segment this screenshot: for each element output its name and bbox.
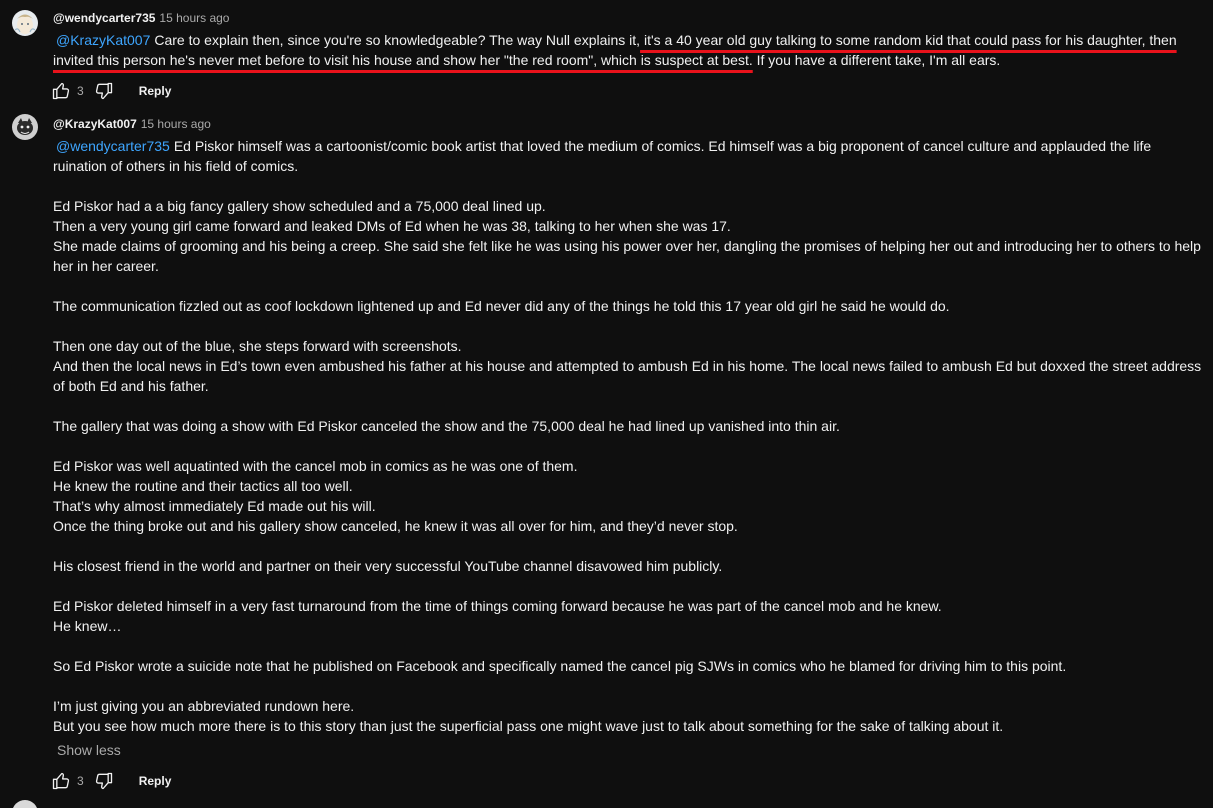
comment-line — [53, 276, 1203, 296]
thumbs-down-icon[interactable] — [93, 80, 115, 102]
comment-header: @KrazyKat007 15 hours ago — [53, 116, 211, 132]
avatar[interactable] — [12, 800, 38, 808]
comment-line: Then a very young girl came forward and … — [53, 218, 731, 234]
comment-line: Once the thing broke out and his gallery… — [53, 518, 738, 534]
comment-line: He knew the routine and their tactics al… — [53, 478, 353, 494]
mention-link[interactable]: @wendycarter735 — [56, 138, 170, 154]
comment-line: The gallery that was doing a show with E… — [53, 418, 840, 434]
comment-line — [53, 676, 1203, 696]
comment-line: His closest friend in the world and part… — [53, 558, 723, 574]
comment-line: Ed Piskor had a a big fancy gallery show… — [53, 198, 546, 214]
comment-line: That’s why almost immediately Ed made ou… — [53, 498, 376, 514]
comment-line — [53, 576, 1203, 596]
reply-button[interactable]: Reply — [139, 774, 172, 788]
comment-line: I’m just giving you an abbreviated rundo… — [53, 698, 355, 714]
author-name[interactable]: @wendycarter735 — [53, 11, 155, 25]
comment-text: @wendycarter735 Ed Piskor himself was a c… — [53, 136, 1203, 736]
avatar-image — [12, 10, 38, 36]
avatar-image — [12, 114, 38, 140]
comment-line: Then one day out of the blue, she steps … — [53, 338, 462, 354]
comment-text-start: Care to explain then, since you're so kn… — [154, 32, 641, 48]
comment-text: @KrazyKat007 Care to explain then, since … — [53, 30, 1203, 70]
comment-line: He knew… — [53, 618, 122, 634]
comment-line: So Ed Piskor wrote a suicide note that h… — [53, 658, 1067, 674]
avatar[interactable] — [12, 10, 38, 36]
comment-line — [53, 176, 1203, 196]
like-count: 3 — [77, 774, 84, 788]
comment-line: And then the local news in Ed’s town eve… — [53, 358, 1202, 394]
comment-line: But you see how much more there is to th… — [53, 718, 1004, 734]
comment-line — [53, 316, 1203, 336]
comment-time[interactable]: 15 hours ago — [141, 117, 211, 131]
comment-line: Ed Piskor was well aquatinted with the c… — [53, 458, 578, 474]
thumbs-up-icon[interactable] — [50, 770, 72, 792]
comment-text-end: If you have a different take, I'm all ea… — [752, 52, 1001, 68]
comment-line — [53, 436, 1203, 456]
thumbs-down-icon[interactable] — [93, 770, 115, 792]
comment-line — [53, 536, 1203, 556]
comment-actions: 3 Reply — [50, 769, 171, 793]
reply-button[interactable]: Reply — [139, 84, 172, 98]
show-less-button[interactable]: Show less — [57, 740, 121, 760]
mention-link[interactable]: @KrazyKat007 — [56, 32, 150, 48]
comment-time[interactable]: 15 hours ago — [159, 11, 229, 25]
comment-header: @wendycarter735 15 hours ago — [53, 10, 229, 26]
comment-paragraph: Ed Piskor himself was a cartoonist/comic… — [53, 138, 1152, 174]
avatar[interactable] — [12, 114, 38, 140]
author-name[interactable]: @KrazyKat007 — [53, 117, 137, 131]
comment-line — [53, 396, 1203, 416]
comment-line — [53, 636, 1203, 656]
comment-line: The communication fizzled out as coof lo… — [53, 298, 950, 314]
like-count: 3 — [77, 84, 84, 98]
comment-line: Ed Piskor deleted himself in a very fast… — [53, 598, 942, 614]
comment-line: She made claims of grooming and his bein… — [53, 238, 1201, 274]
thumbs-up-icon[interactable] — [50, 80, 72, 102]
comment-actions: 3 Reply — [50, 79, 171, 103]
